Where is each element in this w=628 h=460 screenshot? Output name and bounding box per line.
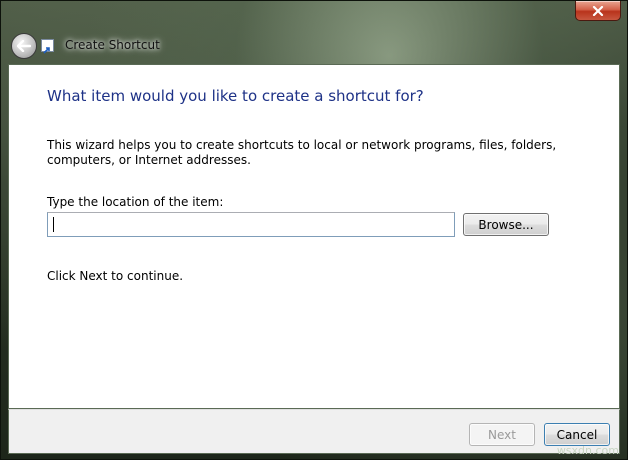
close-icon (592, 5, 604, 16)
title-bar: Create Shortcut (1, 1, 627, 63)
text-caret (53, 217, 54, 232)
location-label: Type the location of the item: (47, 195, 224, 209)
wizard-footer: Next Cancel (8, 409, 620, 454)
window-title: Create Shortcut (65, 38, 160, 52)
next-button[interactable]: Next (469, 423, 535, 446)
continue-instruction: Click Next to continue. (47, 269, 184, 283)
back-arrow-icon (17, 40, 31, 52)
location-input[interactable] (47, 212, 455, 237)
close-button[interactable] (575, 1, 621, 21)
page-heading: What item would you like to create a sho… (47, 87, 424, 105)
wizard-description: This wizard helps you to create shortcut… (47, 138, 557, 167)
wizard-window: Create Shortcut What item would you like… (0, 0, 628, 460)
browse-button[interactable]: Browse... (463, 213, 549, 236)
wizard-content: What item would you like to create a sho… (8, 64, 620, 409)
watermark: wsxdn.com (556, 444, 619, 457)
back-button[interactable] (11, 33, 37, 59)
shortcut-icon (41, 39, 54, 54)
cancel-button[interactable]: Cancel (544, 423, 610, 446)
